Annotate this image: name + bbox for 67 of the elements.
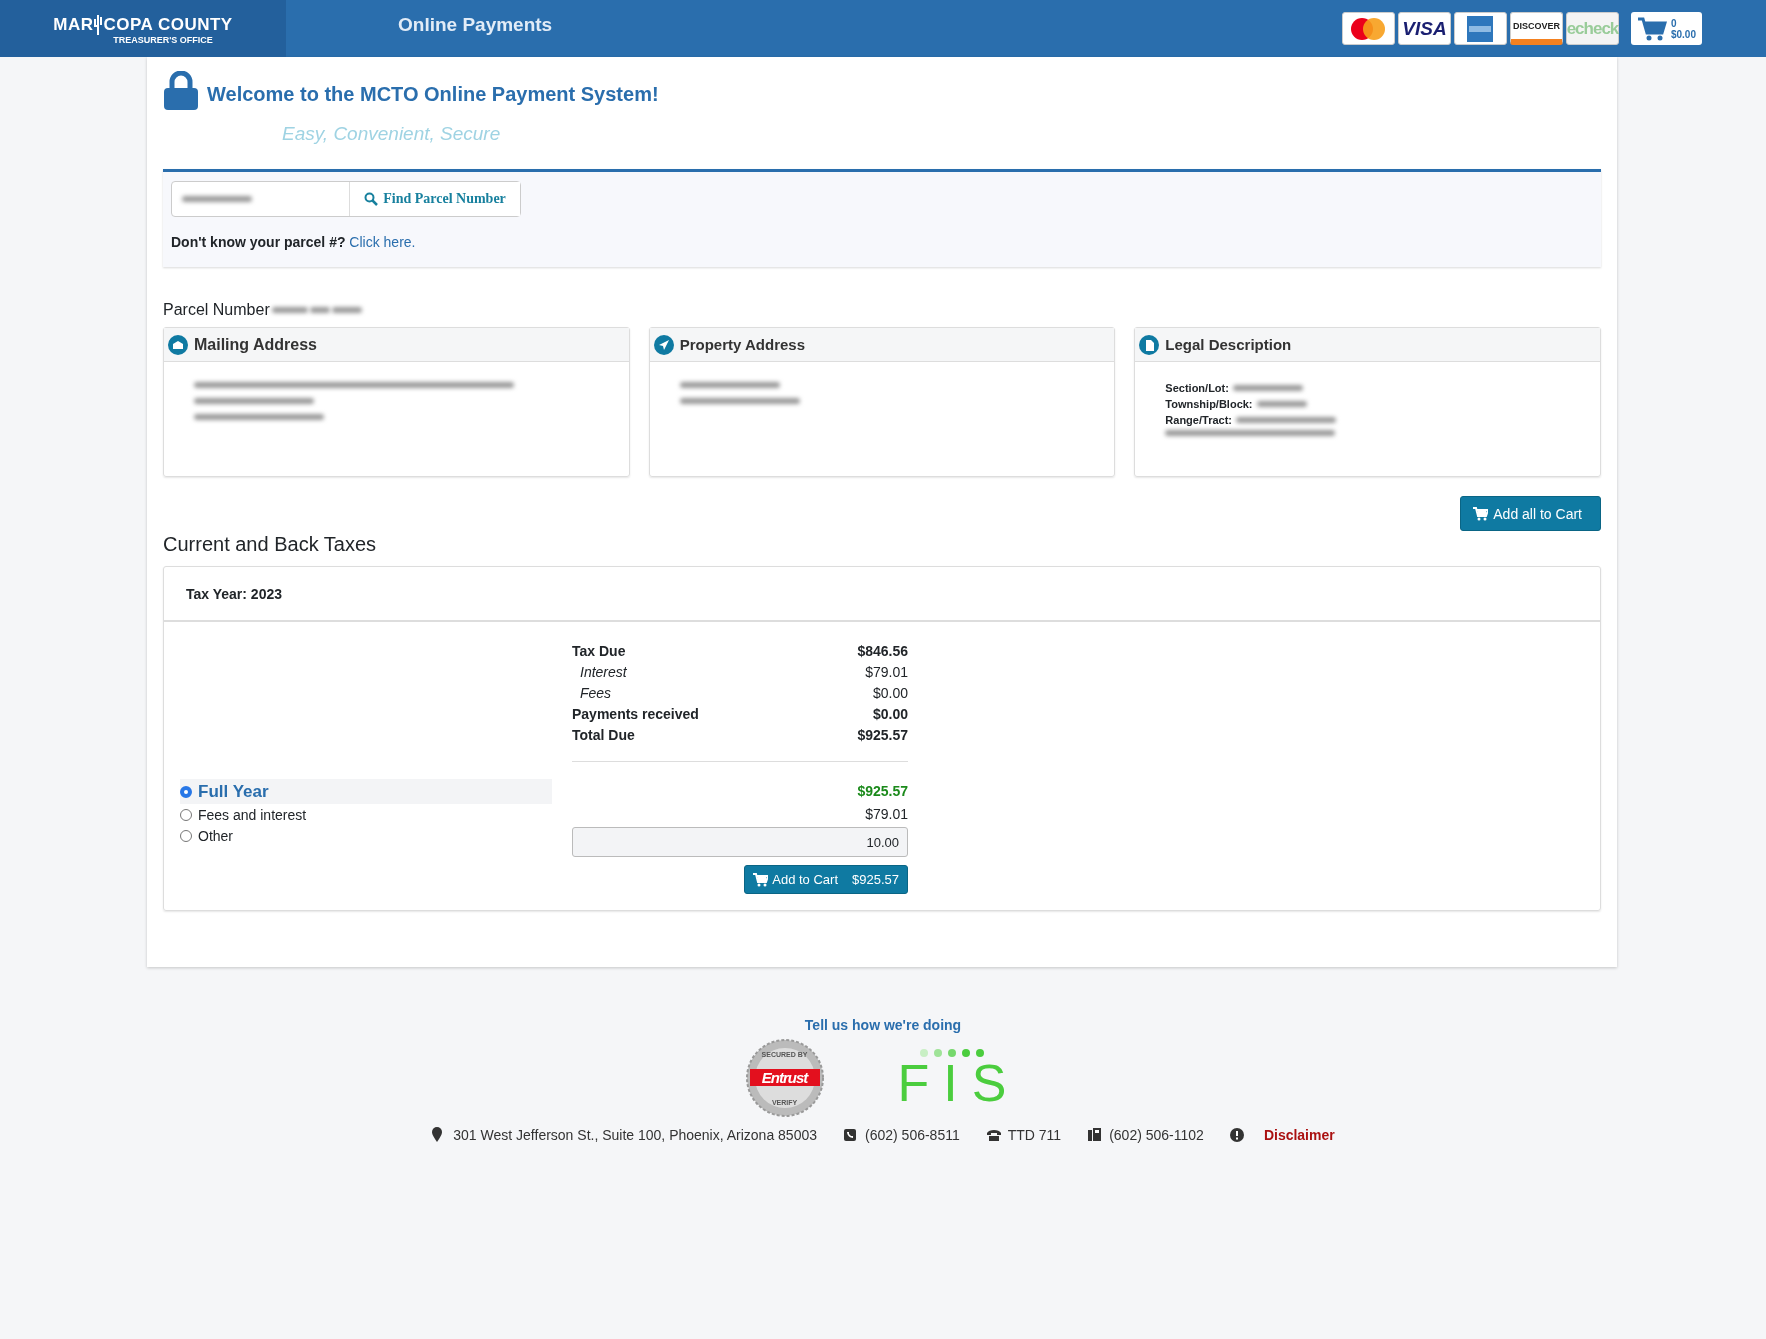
radio-button[interactable] — [180, 808, 192, 821]
card-title: Mailing Address — [194, 335, 317, 354]
contact-text: 301 West Jefferson St., Suite 100, Phoenix, Arizona 85003 — [453, 1127, 818, 1143]
cactus-icon — [93, 12, 104, 35]
option-label: Fees and interest — [198, 806, 307, 823]
card-title: Property Address — [679, 336, 805, 353]
circles-icon — [1349, 16, 1388, 41]
card-title: Legal Description — [1165, 336, 1292, 353]
parcel-label: Parcel Number — [163, 301, 270, 319]
cart-icon — [1473, 506, 1489, 521]
line-label: Tax Due — [572, 642, 626, 659]
cart-total: $0.00 — [1670, 28, 1696, 40]
card-logo: VISA — [1397, 12, 1451, 45]
logo-subtitle: TREASURER'S OFFICE — [113, 34, 213, 45]
logo-text: MAR — [53, 14, 94, 35]
cart-icon — [1636, 15, 1667, 42]
line-label: Interest — [579, 663, 627, 680]
radio-button[interactable] — [180, 829, 192, 842]
fax-icon — [1087, 1127, 1104, 1143]
cart-icon — [753, 872, 769, 887]
logo-text: COPA COUNTY — [103, 14, 233, 35]
tagline: Easy, Convenient, Secure — [282, 123, 502, 145]
document-icon — [1139, 334, 1160, 355]
blurred-text — [182, 196, 252, 202]
site-title: Online Payments — [398, 13, 554, 36]
search-icon — [364, 192, 379, 206]
amount-text: $925.57 — [856, 781, 908, 801]
option-label: Full Year — [198, 781, 269, 802]
line-value: $79.01 — [865, 663, 908, 680]
line-value: $925.57 — [857, 726, 908, 743]
line-value: $0.00 — [872, 684, 908, 701]
contact-text: (602) 506-8511 — [865, 1127, 960, 1143]
line-value: $846.56 — [857, 642, 908, 659]
amount-field[interactable]: 10.00 — [572, 827, 908, 857]
field-label: Range/Tract: — [1165, 414, 1232, 426]
card-logo: DISCOVER — [1509, 12, 1563, 45]
fis-logo: FIS — [883, 1048, 1021, 1108]
lock-icon — [163, 71, 199, 111]
section-title: Current and Back Taxes — [163, 533, 378, 556]
teletype-icon — [985, 1127, 1002, 1143]
tax-year-label: Tax Year: 2023 — [164, 567, 1600, 622]
cart-button[interactable]: 0 $0.00 — [1630, 12, 1702, 45]
add-all-button[interactable]: Add all to Cart — [1460, 496, 1601, 531]
cart-count: 0 — [1670, 17, 1678, 29]
help-link[interactable]: Click here. — [349, 234, 416, 250]
contact-text: (602) 506-1102 — [1109, 1127, 1204, 1143]
square-icon — [1467, 15, 1494, 42]
welcome-title: Welcome to the MCTO Online Payment System! — [207, 82, 659, 106]
disclaimer-link[interactable]: Disclaimer — [1263, 1127, 1335, 1143]
line-label: Payments received — [572, 705, 699, 722]
line-value: $0.00 — [872, 705, 908, 722]
alert-icon — [1229, 1128, 1244, 1142]
amount-text: $79.01 — [864, 804, 908, 824]
dots-icon — [919, 1048, 985, 1058]
blurred-text — [1232, 385, 1303, 391]
help-text: Don't know your parcel #? — [171, 234, 346, 250]
field-label: Township/Block: — [1165, 398, 1253, 410]
field-label: Section/Lot: — [1165, 382, 1229, 394]
feedback-link[interactable]: Tell us how we're doing — [804, 1017, 962, 1033]
line-label: Fees — [579, 684, 612, 701]
option-label: Other — [198, 827, 233, 844]
add-to-cart-button[interactable]: Add to Cart $925.57 — [744, 865, 908, 894]
card-logo: echeck — [1565, 12, 1619, 45]
blurred-text — [1256, 401, 1307, 407]
line-label: Total Due — [572, 726, 635, 743]
contact-text: TTD 711 — [1007, 1127, 1062, 1143]
radio-button[interactable] — [180, 785, 192, 798]
